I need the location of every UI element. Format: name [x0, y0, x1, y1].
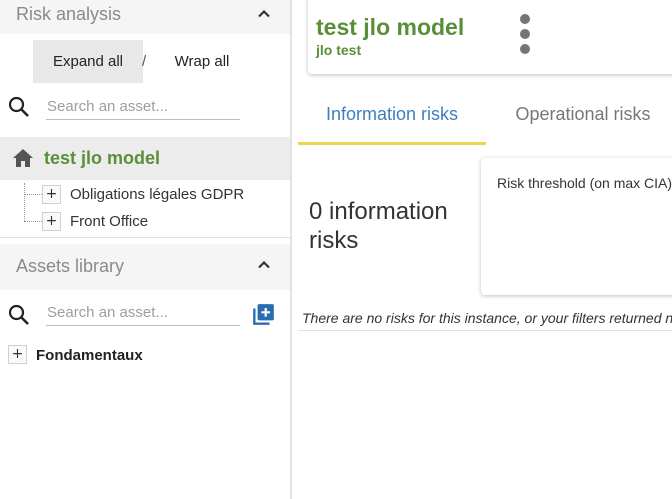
panel-divider[interactable] — [290, 0, 292, 499]
tree-connector — [24, 194, 42, 195]
chevron-up-icon[interactable] — [254, 4, 274, 24]
search-icon — [8, 304, 29, 325]
content-divider — [298, 330, 672, 331]
expand-all-button[interactable]: Expand all — [33, 40, 143, 83]
home-icon — [13, 149, 33, 167]
risk-tabs: Information risks Operational risks — [298, 92, 672, 145]
section-divider — [0, 237, 290, 238]
risk-analysis-header[interactable]: Risk analysis — [0, 0, 290, 34]
search-icon — [8, 96, 29, 117]
asset-search-input[interactable] — [46, 300, 240, 326]
risk-analysis-title: Risk analysis — [16, 4, 122, 24]
assets-library-title: Assets library — [16, 256, 125, 276]
more-vertical-icon[interactable] — [518, 14, 532, 58]
tree-connector — [24, 183, 25, 221]
left-panel: Risk analysis Expand all / Wrap all test… — [0, 0, 290, 499]
button-separator: / — [142, 53, 147, 70]
library-item-fondamentaux[interactable]: Fondamentaux — [36, 347, 143, 364]
expand-node-plus-icon[interactable]: + — [42, 212, 61, 231]
risk-count-label: 0 information risks — [309, 198, 448, 254]
risk-threshold-card: Risk threshold (on max CIA) — [481, 158, 672, 295]
risk-threshold-label: Risk threshold (on max CIA) — [497, 175, 672, 191]
model-tree-root[interactable]: test jlo model — [0, 137, 290, 180]
tab-operational-risks[interactable]: Operational risks — [494, 92, 672, 145]
add-box-icon[interactable] — [250, 302, 276, 328]
risk-search-input[interactable] — [46, 94, 240, 120]
expand-node-plus-icon[interactable]: + — [8, 345, 27, 364]
tree-item-obligations[interactable]: Obligations légales GDPR — [70, 186, 244, 203]
header-title: test jlo model — [316, 14, 465, 40]
model-header-card: test jlo model jlo test — [308, 0, 672, 74]
chevron-up-icon[interactable] — [254, 255, 274, 275]
empty-state-message: There are no risks for this instance, or… — [302, 310, 672, 326]
expand-node-plus-icon[interactable]: + — [42, 185, 61, 204]
tree-item-front-office[interactable]: Front Office — [70, 213, 148, 230]
tree-connector — [24, 221, 42, 222]
header-subtitle: jlo test — [316, 42, 362, 58]
wrap-all-button[interactable]: Wrap all — [160, 40, 244, 83]
model-label: test jlo model — [44, 148, 161, 168]
assets-library-header[interactable]: Assets library — [0, 244, 290, 290]
tab-information-risks[interactable]: Information risks — [298, 92, 486, 145]
app-page: Risk analysis Expand all / Wrap all test… — [0, 0, 672, 499]
